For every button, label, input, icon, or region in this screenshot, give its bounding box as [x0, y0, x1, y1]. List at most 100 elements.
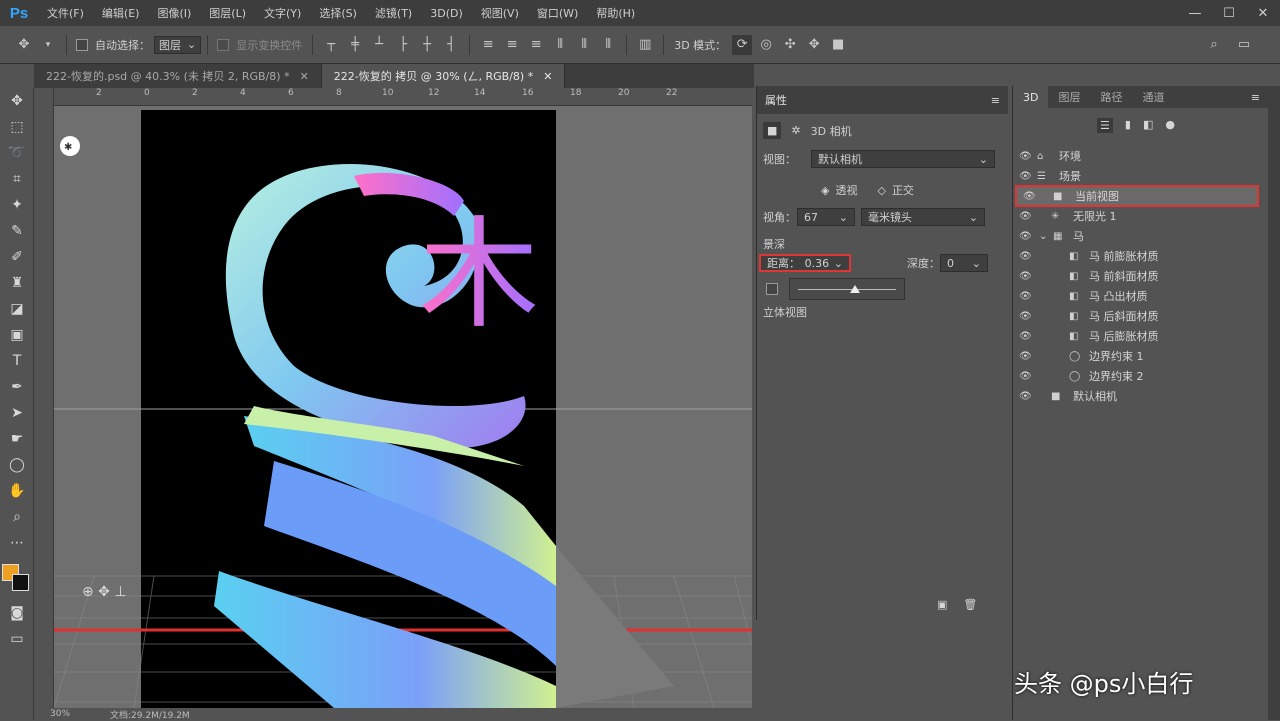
distribute-left-icon[interactable]: ⦀ [550, 35, 570, 55]
align-top-icon[interactable]: ┬ [321, 35, 341, 55]
eye-icon[interactable]: 👁 [1019, 211, 1033, 222]
tool-preset-dropdown-icon[interactable]: ▾ [38, 35, 58, 55]
eye-icon[interactable]: 👁 [1019, 371, 1033, 382]
auto-select-checkbox[interactable] [76, 38, 88, 51]
document-canvas[interactable]: 木 ✱ ⊕ ✥ ⊥ [54, 106, 752, 708]
eye-icon[interactable]: 👁 [1019, 291, 1033, 302]
align-vcenter-icon[interactable]: ╪ [345, 35, 365, 55]
zoom-tool-icon[interactable]: ⌕ [0, 504, 34, 530]
maximize-button[interactable]: ☐ [1212, 0, 1246, 26]
right-scrollbar[interactable] [1268, 86, 1280, 720]
smudge-tool-icon[interactable]: ☛ [0, 426, 34, 452]
brush-tool-icon[interactable]: ✐ [0, 244, 34, 270]
screen-mode-icon[interactable]: ▭ [0, 626, 34, 652]
3d-roll-icon[interactable]: ◎ [756, 35, 776, 55]
align-hcenter-icon[interactable]: ┼ [417, 35, 437, 55]
stamp-tool-icon[interactable]: ♜ [0, 270, 34, 296]
menu-type[interactable]: 文字(Y) [255, 5, 310, 21]
tab-document-1[interactable]: 222-恢复的.psd @ 40.3% (未 拷贝 2, RGB/8) * ✕ [34, 64, 322, 88]
scene-item-material[interactable]: 👁 ◧ 马 后膨胀材质 [1013, 326, 1269, 346]
lights-filter-icon[interactable]: ● [1165, 118, 1175, 133]
eye-icon[interactable]: 👁 [1019, 391, 1033, 402]
scene-item-default-camera[interactable]: 👁 ■ 默认相机 [1013, 386, 1269, 406]
hand-tool-icon[interactable]: ✋ [0, 478, 34, 504]
menu-3d[interactable]: 3D(D) [421, 7, 472, 20]
slider-track[interactable] [798, 289, 896, 290]
depth-input[interactable]: 0 ⌄ [940, 254, 988, 272]
scene-item-light[interactable]: 👁 ✳ 无限光 1 [1013, 206, 1269, 226]
menu-image[interactable]: 图像(I) [148, 5, 200, 21]
scene-item-material[interactable]: 👁 ◧ 马 前斜面材质 [1013, 266, 1269, 286]
3d-slide-icon[interactable]: ✥ [804, 35, 824, 55]
distribute-hcenter-icon[interactable]: ⦀ [574, 35, 594, 55]
marquee-tool-icon[interactable]: ⬚ [0, 114, 34, 140]
3d-scale-icon[interactable]: ■ [828, 35, 848, 55]
tab-document-2[interactable]: 222-恢复的 拷贝 @ 30% (ㄥ, RGB/8) * ✕ [321, 64, 566, 88]
panel-menu-icon[interactable]: ≡ [991, 94, 1000, 107]
scene-item-mesh[interactable]: 👁 ⌄ ▦ 马 [1013, 226, 1269, 246]
scene-settings-icon[interactable]: ✲ [791, 124, 800, 137]
menu-select[interactable]: 选择(S) [310, 5, 366, 21]
3d-axis-widget-icon[interactable]: ⊕ ✥ ⊥ [82, 584, 127, 600]
eye-icon[interactable]: 👁 [1019, 231, 1033, 242]
panel-menu-icon[interactable]: ≡ [1251, 91, 1260, 104]
scene-item-material[interactable]: 👁 ◧ 马 前膨胀材质 [1013, 246, 1269, 266]
distance-input[interactable]: 距离： 0.36 ⌄ [759, 254, 851, 272]
tab-layers[interactable]: 图层 [1048, 86, 1090, 108]
scene-item-scene[interactable]: 👁 ☰ 场景 [1013, 166, 1269, 186]
close-window-button[interactable]: ✕ [1246, 0, 1280, 26]
auto-select-dropdown[interactable]: 图层 ⌄ [154, 35, 202, 54]
eye-icon[interactable]: 👁 [1019, 331, 1033, 342]
more-tools-icon[interactable]: ⋯ [0, 530, 34, 556]
crop-tool-icon[interactable]: ⌗ [0, 166, 34, 192]
gradient-tool-icon[interactable]: ▣ [0, 322, 34, 348]
slider-handle[interactable] [850, 285, 860, 293]
menu-help[interactable]: 帮助(H) [587, 5, 644, 21]
eye-icon[interactable]: 👁 [1019, 151, 1033, 162]
perspective-icon[interactable]: ◈ [821, 184, 829, 197]
distribute-right-icon[interactable]: ⦀ [598, 35, 618, 55]
trash-icon[interactable]: 🗑 [963, 598, 977, 611]
scene-item-constraint[interactable]: 👁 ◯ 边界约束 2 [1013, 366, 1269, 386]
ortho-icon[interactable]: ◇ [877, 184, 885, 197]
meshes-filter-icon[interactable]: ▮ [1125, 118, 1131, 133]
ortho-label[interactable]: 正交 [892, 182, 914, 198]
fov-input[interactable]: 67 ⌄ [797, 208, 855, 226]
type-tool-icon[interactable]: T [0, 348, 34, 374]
search-icon[interactable]: ⌕ [1204, 35, 1224, 55]
distribute-top-icon[interactable]: ≡ [478, 35, 498, 55]
path-select-icon[interactable]: ➤ [0, 400, 34, 426]
chevron-down-icon[interactable]: ⌄ [1039, 231, 1053, 242]
move-tool-icon[interactable]: ✥ [0, 88, 34, 114]
magic-wand-icon[interactable]: ✦ [0, 192, 34, 218]
perspective-label[interactable]: 透视 [835, 182, 857, 198]
camera-icon[interactable]: ■ [763, 122, 782, 139]
minimize-button[interactable]: — [1178, 0, 1212, 26]
close-icon[interactable]: ✕ [543, 70, 552, 83]
show-transform-checkbox[interactable] [217, 38, 230, 51]
menu-filter[interactable]: 滤镜(T) [366, 5, 421, 21]
move-tool-icon[interactable]: ✥ [14, 35, 34, 55]
lasso-tool-icon[interactable]: ➰ [0, 140, 34, 166]
stereo-checkbox[interactable] [766, 283, 778, 295]
eye-icon[interactable]: 👁 [1023, 191, 1037, 202]
align-bottom-icon[interactable]: ┴ [369, 35, 389, 55]
eye-icon[interactable]: 👁 [1019, 171, 1033, 182]
view-dropdown[interactable]: 默认相机 ⌄ [811, 150, 995, 168]
pen-tool-icon[interactable]: ✒ [0, 374, 34, 400]
menu-file[interactable]: 文件(F) [38, 5, 93, 21]
3d-orbit-icon[interactable]: ⟳ [732, 34, 753, 55]
scene-item-environment[interactable]: 👁 ⌂ 环境 [1013, 146, 1269, 166]
quick-mask-icon[interactable]: ◙ [0, 600, 34, 626]
3d-pan-icon[interactable]: ✣ [780, 35, 800, 55]
whole-scene-icon[interactable]: ☰ [1097, 118, 1113, 133]
close-icon[interactable]: ✕ [300, 70, 309, 83]
eye-icon[interactable]: 👁 [1019, 271, 1033, 282]
eye-icon[interactable]: 👁 [1019, 351, 1033, 362]
background-color-swatch[interactable] [12, 574, 29, 591]
scene-item-material[interactable]: 👁 ◧ 马 凸出材质 [1013, 286, 1269, 306]
materials-filter-icon[interactable]: ◧ [1143, 118, 1153, 133]
eye-icon[interactable]: 👁 [1019, 251, 1033, 262]
scene-item-material[interactable]: 👁 ◧ 马 后斜面材质 [1013, 306, 1269, 326]
distribute-bottom-icon[interactable]: ≡ [526, 35, 546, 55]
